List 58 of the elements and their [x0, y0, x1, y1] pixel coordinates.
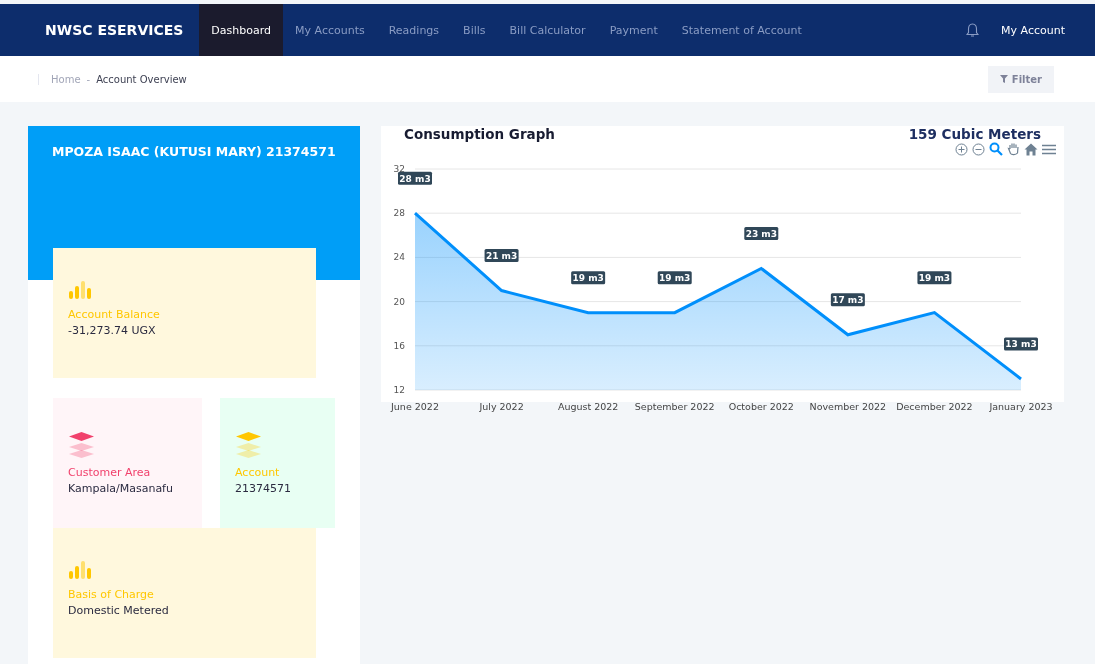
x-tick-label: June 2022	[391, 401, 439, 412]
x-tick-label: July 2022	[479, 401, 524, 412]
filter-button[interactable]: Filter	[987, 65, 1054, 93]
nav-tab[interactable]: Payment	[597, 4, 670, 56]
nav-tab[interactable]: My Accounts	[283, 4, 377, 56]
nav-tab[interactable]: Bill Calculator	[497, 4, 598, 56]
x-tick-label: December 2022	[896, 401, 973, 412]
filter-icon	[999, 75, 1008, 83]
card-label: Customer Area	[68, 466, 152, 479]
y-tick-label: 12	[393, 385, 405, 395]
home-icon[interactable]	[1024, 142, 1038, 156]
x-tick-label: September 2022	[634, 401, 715, 412]
value-label: 21 m3	[484, 249, 519, 263]
chart-title: Consumption Graph	[404, 126, 555, 142]
y-tick-label: 20	[393, 296, 405, 307]
my-account-link[interactable]: My Account	[1001, 23, 1065, 37]
card-value: Kampala/Masanafu	[68, 482, 174, 495]
page-title-text: Account Overview	[96, 73, 187, 85]
nav-tab[interactable]: Bills	[451, 4, 498, 56]
value-label: 17 m3	[830, 293, 865, 307]
value-label: 23 m3	[744, 226, 779, 240]
hand-icon[interactable]	[1007, 142, 1020, 156]
value-label: 19 m3	[657, 271, 692, 285]
card-value: -31,273.74 UGX	[68, 324, 157, 337]
search-icon[interactable]	[989, 142, 1003, 156]
value-label: 13 m3	[1004, 337, 1038, 351]
nav-tab[interactable]: Dashboard	[199, 4, 284, 56]
nav-tab[interactable]: Statement of Account	[669, 4, 814, 56]
zoom-in-icon[interactable]	[955, 142, 968, 156]
menu-icon[interactable]	[1042, 143, 1056, 155]
value-label: 19 m3	[571, 271, 606, 285]
nav-tab[interactable]: Readings	[376, 4, 452, 56]
card-label: Account Balance	[68, 308, 161, 321]
card-value: 21374571	[235, 482, 292, 495]
card-value: Domestic Metered	[68, 604, 170, 617]
account-holder-title: MPOZA ISAAC (KUTUSI MARY) 21374571	[52, 144, 336, 159]
bar-chart-icon	[68, 560, 93, 580]
x-tick-label: November 2022	[809, 401, 887, 412]
y-tick-label: 24	[393, 252, 405, 263]
value-label: 19 m3	[917, 271, 952, 285]
bar-chart-icon	[68, 280, 93, 300]
layers-icon	[235, 430, 262, 458]
layers-icon	[68, 430, 95, 458]
value-label: 28 m3	[398, 171, 432, 185]
x-tick-label: January 2023	[989, 401, 1053, 412]
card-label: Account	[235, 466, 281, 479]
zoom-out-icon[interactable]	[972, 142, 985, 156]
breadcrumb-link[interactable]: Home	[51, 73, 81, 85]
y-tick-label: 16	[393, 340, 405, 351]
x-tick-label: August 2022	[557, 401, 619, 412]
separator-text: -	[86, 73, 91, 85]
x-tick-label: October 2022	[728, 401, 794, 412]
notification-bell-icon[interactable]	[966, 22, 980, 38]
card-label: Basis of Charge	[68, 588, 155, 601]
total-consumption: 159 Cubic Meters	[908, 126, 1041, 142]
y-tick-label: 32	[393, 164, 405, 174]
brand-title: NWSC ESERVICES	[45, 21, 184, 40]
y-tick-label: 28	[393, 208, 405, 219]
